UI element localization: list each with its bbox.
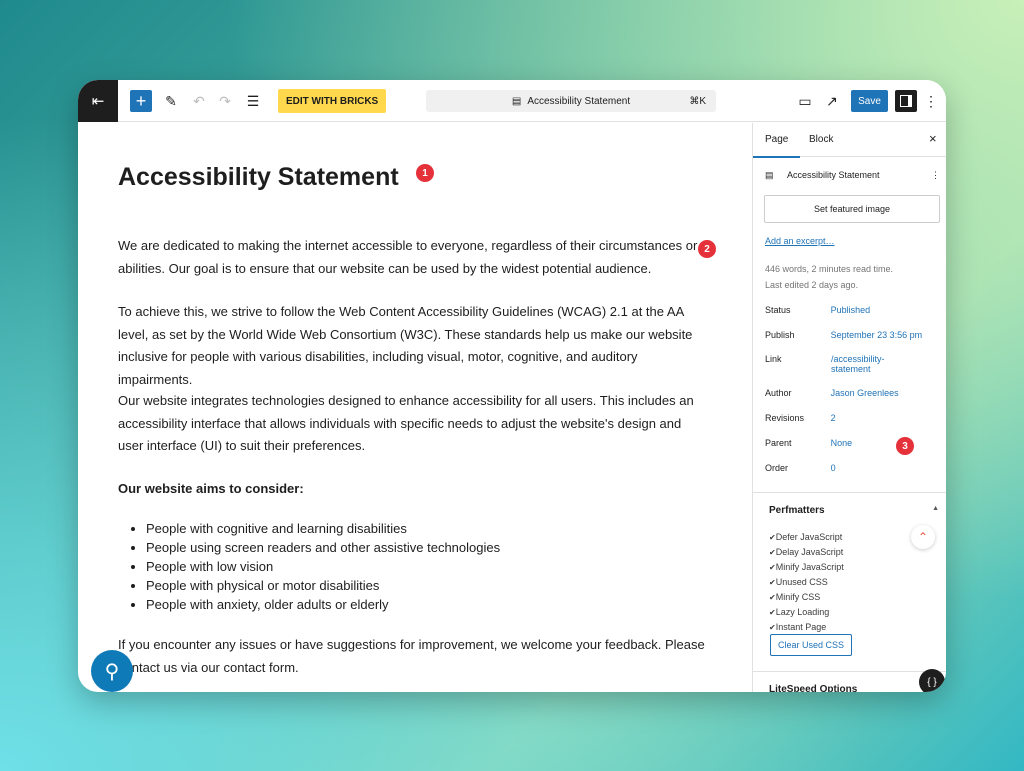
field-label: Order [765,463,789,473]
shortcut-hint: ⌘K [689,95,706,107]
undo-icon[interactable]: ↶ [190,92,208,110]
litespeed-panel: LiteSpeed Options [753,671,946,692]
tab-page[interactable]: Page [752,134,801,158]
paragraph[interactable]: We are dedicated to making the internet … [118,235,708,280]
options-menu-icon[interactable]: ⋮ [924,92,938,110]
list-item[interactable]: People with low vision [146,557,500,576]
perfmatters-item[interactable]: ✔︎Minify JavaScript [769,560,844,575]
perfmatters-item-label: Minify CSS [775,592,821,602]
perfmatters-item-label: Defer JavaScript [775,532,843,542]
post-field-order: Order 0 [765,463,940,473]
perfmatters-panel: Perfmatters ▲ ⌃ ✔︎Defer JavaScript ✔︎Dela… [753,492,946,672]
check-icon: ✔︎ [769,623,776,632]
top-toolbar: ⇤ + ✎ ↶ ↷ ☰ EDIT WITH BRICKS ▤ Accessibil… [78,80,946,122]
command-palette[interactable]: ▤ Accessibility Statement ⌘K [426,90,716,112]
litespeed-title[interactable]: LiteSpeed Options [769,684,857,692]
close-icon[interactable]: × [929,131,937,146]
clickup-icon[interactable]: ⌃ [911,525,935,549]
command-title: Accessibility Statement [527,95,631,107]
accessibility-widget-button[interactable]: ⚲ [91,650,133,692]
edit-with-bricks-button[interactable]: EDIT WITH BRICKS [278,89,387,113]
clear-used-css-button[interactable]: Clear Used CSS [770,634,853,656]
annotation-badge-3: 3 [896,437,914,455]
document-title: Accessibility Statement [787,170,880,180]
document-icon: ▤ [511,95,522,107]
accessibility-search-icon: ⚲ [104,660,120,683]
field-label: Parent [765,438,792,448]
check-icon: ✔︎ [769,563,776,572]
field-value[interactable]: 2 [831,413,940,423]
code-braces-icon[interactable]: { } [919,669,945,692]
save-button[interactable]: Save [851,90,888,112]
field-label: Status [765,305,791,315]
list-item[interactable]: People using screen readers and other as… [146,538,500,557]
perfmatters-item-label: Lazy Loading [775,607,830,617]
post-stats: 446 words, 2 minutes read time. Last edit… [765,261,893,293]
perfmatters-item-label: Instant Page [775,622,827,632]
check-icon: ✔︎ [769,578,776,587]
pencil-tool-icon[interactable]: ✎ [162,92,180,110]
field-value[interactable]: Jason Greenlees [831,388,940,398]
paragraph[interactable]: To achieve this, we strive to follow the… [118,301,708,391]
preview-icon[interactable]: ▭ [796,92,814,110]
check-icon: ✔︎ [769,533,776,542]
tab-block[interactable]: Block [809,134,833,145]
editor-window: ⇤ + ✎ ↶ ↷ ☰ EDIT WITH BRICKS ▤ Accessibil… [78,80,946,692]
paragraph[interactable]: Our website integrates technologies desi… [118,390,708,458]
sidebar-icon [900,95,912,107]
field-label: Author [765,388,792,398]
list-item[interactable]: People with cognitive and learning disab… [146,519,500,538]
redo-icon[interactable]: ↷ [216,92,234,110]
post-field-link: Link/accessibility-statement [765,354,940,374]
annotation-badge-1: 1 [416,164,434,182]
perfmatters-item[interactable]: ✔︎Instant Page [769,620,844,635]
annotation-badge-2: 2 [698,240,716,258]
document-options-icon[interactable]: ⋮ [931,170,940,181]
external-link-icon[interactable]: ↗ [823,92,841,110]
editor-canvas[interactable]: Accessibility Statement 1 We are dedicat… [78,123,752,692]
field-value[interactable]: /accessibility-statement [831,354,891,374]
perfmatters-item-label: Unused CSS [775,577,828,587]
perfmatters-item-label: Delay JavaScript [775,547,844,557]
field-value[interactable]: None [831,438,940,448]
bullet-list: People with cognitive and learning disab… [146,519,500,614]
list-view-icon[interactable]: ☰ [244,92,262,110]
field-label: Revisions [765,413,805,423]
perfmatters-item[interactable]: ✔︎Minify CSS [769,590,844,605]
field-value[interactable]: 0 [831,463,940,473]
subheading[interactable]: Our website aims to consider: [118,478,708,501]
document-icon: ▤ [765,170,774,180]
field-value[interactable]: Published [831,305,940,315]
field-label: Publish [765,330,795,340]
field-value[interactable]: September 23 3:56 pm [831,330,940,340]
list-item[interactable]: People with physical or motor disabiliti… [146,576,500,595]
perfmatters-title[interactable]: Perfmatters [769,505,825,516]
check-icon: ✔︎ [769,608,776,617]
add-excerpt-link[interactable]: Add an excerpt… [765,236,835,246]
list-item[interactable]: People with anxiety, older adults or eld… [146,595,500,614]
perfmatters-item[interactable]: ✔︎Lazy Loading [769,605,844,620]
paragraph[interactable]: If you encounter any issues or have sugg… [118,634,708,679]
settings-sidebar: Page Block × ▤ Accessibility Statement ⋮ S… [752,123,946,692]
page-title[interactable]: Accessibility Statement [118,163,399,192]
check-icon: ✔︎ [769,548,776,557]
perfmatters-item[interactable]: ✔︎Unused CSS [769,575,844,590]
post-field-revisions: Revisions 2 [765,413,940,423]
field-label: Link [765,354,782,364]
check-icon: ✔︎ [769,593,776,602]
post-field-author: Author Jason Greenlees [765,388,940,398]
word-count: 446 words, 2 minutes read time. [765,264,894,274]
add-block-button[interactable]: + [130,90,152,112]
collapse-icon[interactable]: ▲ [932,505,939,512]
perfmatters-item-label: Minify JavaScript [775,562,844,572]
settings-sidebar-toggle[interactable] [895,90,917,112]
perfmatters-item[interactable]: ✔︎Delay JavaScript [769,545,844,560]
perfmatters-item[interactable]: ✔︎Defer JavaScript [769,530,844,545]
set-featured-image-button[interactable]: Set featured image [764,195,940,223]
last-edited: Last edited 2 days ago. [765,280,859,290]
post-field-status: Status Published [765,305,940,315]
post-field-publish: Publish September 23 3:56 pm [765,330,940,340]
back-to-dashboard-icon[interactable]: ⇤ [78,80,118,122]
